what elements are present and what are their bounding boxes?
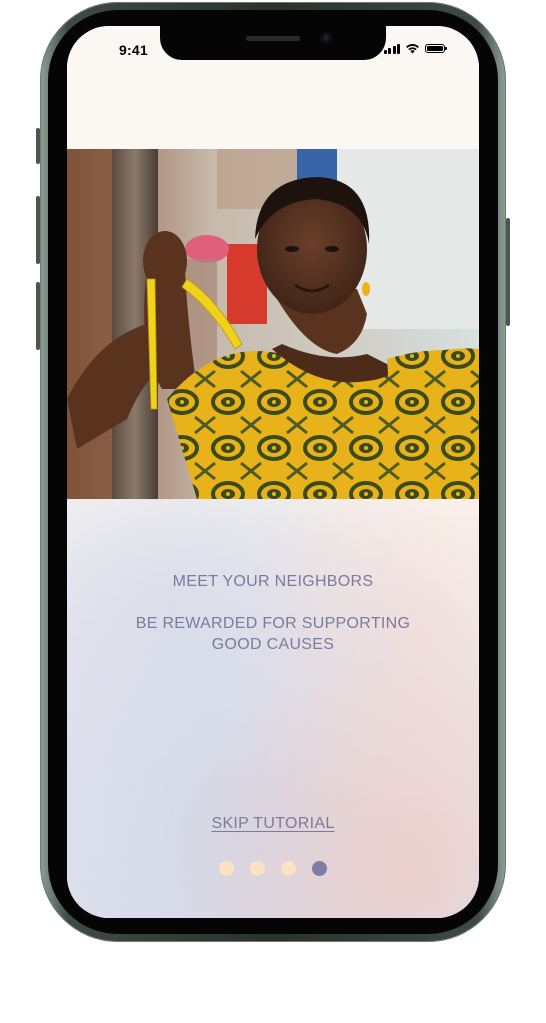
skip-tutorial-button[interactable]: SKIP TUTORIAL: [67, 815, 479, 833]
cellular-signal-icon: [383, 43, 400, 54]
hero-photo: [67, 149, 479, 499]
app-screen: 9:41 MEET YOUR NEIGHBORS BE REWARDED FOR…: [67, 26, 479, 918]
page-dot-4[interactable]: [312, 861, 327, 876]
power-button: [506, 218, 510, 326]
onboarding-headline: MEET YOUR NEIGHBORS: [172, 573, 374, 590]
device-mockup: 9:41 MEET YOUR NEIGHBORS BE REWARDED FOR…: [0, 0, 546, 1023]
front-camera: [320, 32, 332, 44]
page-dot-1[interactable]: [219, 861, 234, 876]
page-dot-2[interactable]: [250, 861, 265, 876]
page-dot-3[interactable]: [281, 861, 296, 876]
onboarding-subline: BE REWARDED FOR SUPPORTING GOOD CAUSES: [67, 613, 479, 655]
page-indicator: [67, 861, 479, 876]
onboarding-subline-line2: GOOD CAUSES: [211, 636, 335, 653]
home-indicator: [204, 905, 342, 910]
skip-tutorial-label: SKIP TUTORIAL: [211, 815, 335, 832]
battery-icon: [425, 44, 447, 53]
wifi-icon: [406, 44, 419, 54]
notch: [160, 26, 386, 60]
woman-with-measuring-tape-photo: [67, 149, 479, 499]
status-icons: [383, 43, 447, 54]
status-time: 9:41: [119, 42, 148, 58]
onboarding-subline-line1: BE REWARDED FOR SUPPORTING: [135, 615, 411, 632]
earpiece-speaker: [246, 36, 300, 41]
